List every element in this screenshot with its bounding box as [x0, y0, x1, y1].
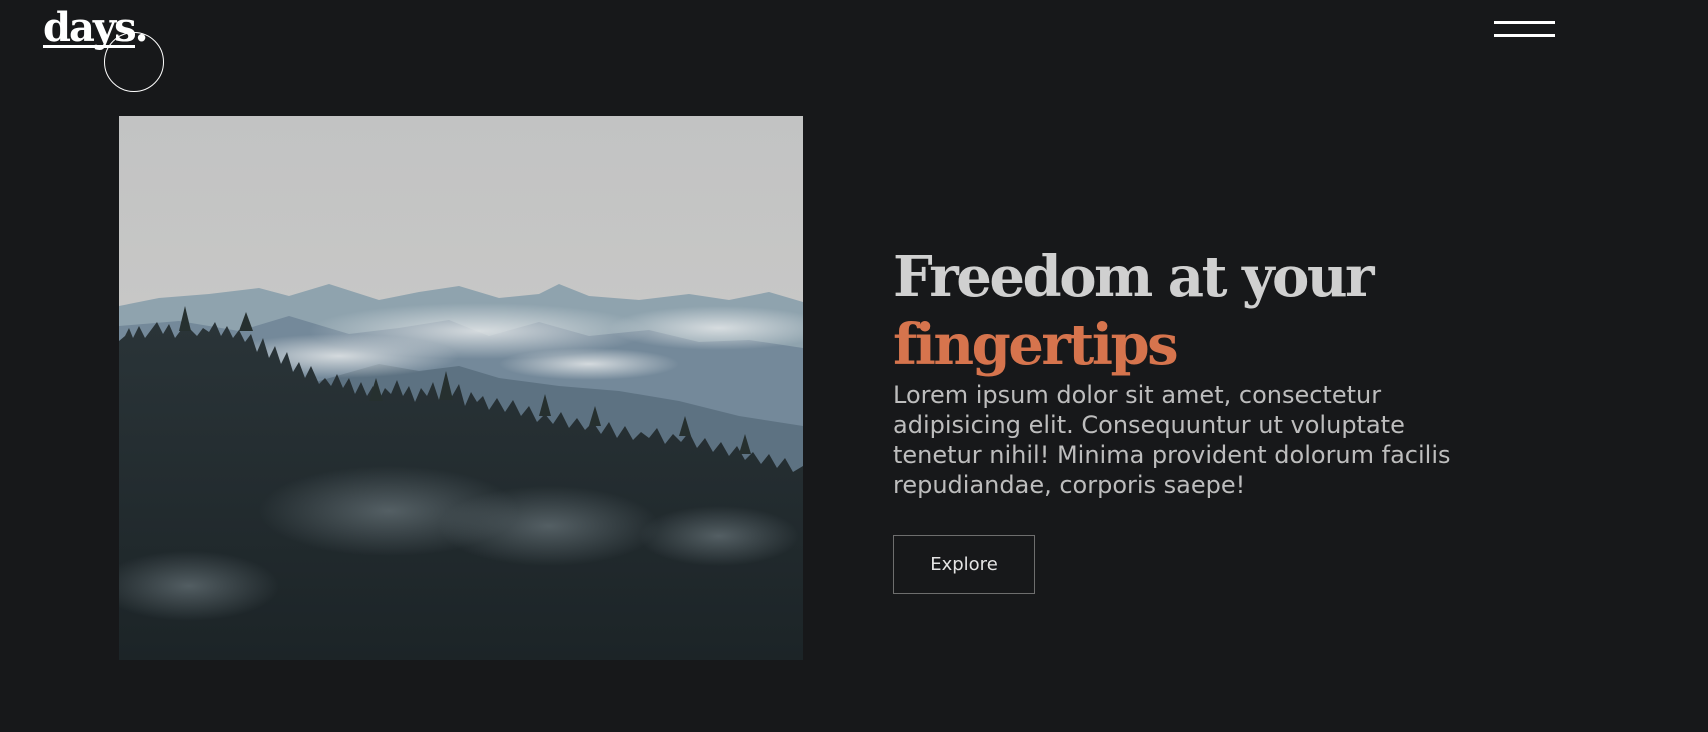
headline-line-1: Freedom at your — [893, 244, 1375, 310]
hamburger-icon[interactable] — [1494, 18, 1556, 42]
hero-headline: Freedom at your fingertips — [893, 243, 1513, 379]
explore-button[interactable]: Explore — [893, 535, 1035, 594]
mountain-forest-photo — [119, 116, 803, 660]
headline-line-2-accent: fingertips — [893, 312, 1179, 378]
hamburger-bar-bottom — [1494, 34, 1555, 37]
hamburger-bar-top — [1494, 21, 1555, 24]
cursor-ring-icon — [104, 32, 164, 92]
hero-body-text: Lorem ipsum dolor sit amet, consectetur … — [893, 381, 1451, 499]
hero-image — [119, 116, 803, 660]
